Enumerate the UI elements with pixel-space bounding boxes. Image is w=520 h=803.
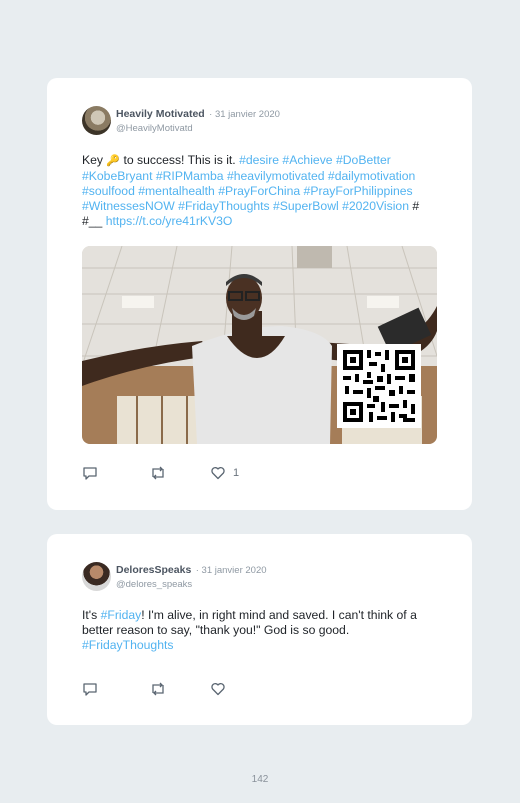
avatar[interactable]: [82, 106, 111, 135]
author-info: DeloresSpeaks · 31 janvier 2020 @delores…: [116, 562, 267, 592]
tweet-card: Heavily Motivated · 31 janvier 2020 @Hea…: [47, 78, 472, 510]
qr-code-icon: [337, 344, 421, 428]
hashtag[interactable]: #FridayThoughts: [82, 638, 173, 652]
avatar[interactable]: [82, 562, 111, 591]
user-handle[interactable]: @HeavilyMotivatd: [116, 122, 280, 136]
user-handle[interactable]: @delores_speaks: [116, 578, 267, 592]
tweet-text-part: to success! This is it.: [120, 153, 240, 167]
like-button[interactable]: [210, 681, 233, 697]
tweet-text: It's #Friday! I'm alive, in right mind a…: [82, 608, 437, 653]
key-emoji: 🔑: [106, 155, 121, 167]
tweet-link[interactable]: https://t.co/yre41rKV3O: [106, 214, 233, 228]
tweet-header: DeloresSpeaks · 31 janvier 2020 @delores…: [82, 562, 267, 592]
heart-icon: [210, 681, 226, 697]
reply-icon[interactable]: [82, 465, 98, 481]
like-button[interactable]: 1: [210, 465, 239, 481]
tweet-header: Heavily Motivated · 31 janvier 2020 @Hea…: [82, 106, 280, 136]
retweet-icon[interactable]: [149, 465, 167, 481]
tweet-text-part: Key: [82, 153, 107, 167]
tweet-date: · 31 janvier 2020: [195, 565, 267, 576]
hashtag[interactable]: #Friday: [101, 608, 142, 622]
tweet-card: DeloresSpeaks · 31 janvier 2020 @delores…: [47, 534, 472, 725]
page-number: 142: [251, 774, 269, 785]
tweet-text: Key 🔑 to success! This is it. #desire #A…: [82, 153, 437, 229]
heart-icon: [210, 465, 226, 481]
display-name[interactable]: DeloresSpeaks: [116, 564, 191, 576]
tweet-media[interactable]: [82, 246, 437, 444]
reply-icon[interactable]: [82, 681, 98, 697]
like-count: 1: [233, 467, 240, 479]
author-info: Heavily Motivated · 31 janvier 2020 @Hea…: [116, 106, 280, 136]
tweet-actions: [82, 681, 233, 697]
retweet-icon[interactable]: [149, 681, 167, 697]
tweet-text-part: It's: [82, 608, 101, 622]
display-name[interactable]: Heavily Motivated: [116, 108, 205, 120]
tweet-date: · 31 janvier 2020: [209, 109, 280, 120]
tweet-actions: 1: [82, 465, 239, 481]
